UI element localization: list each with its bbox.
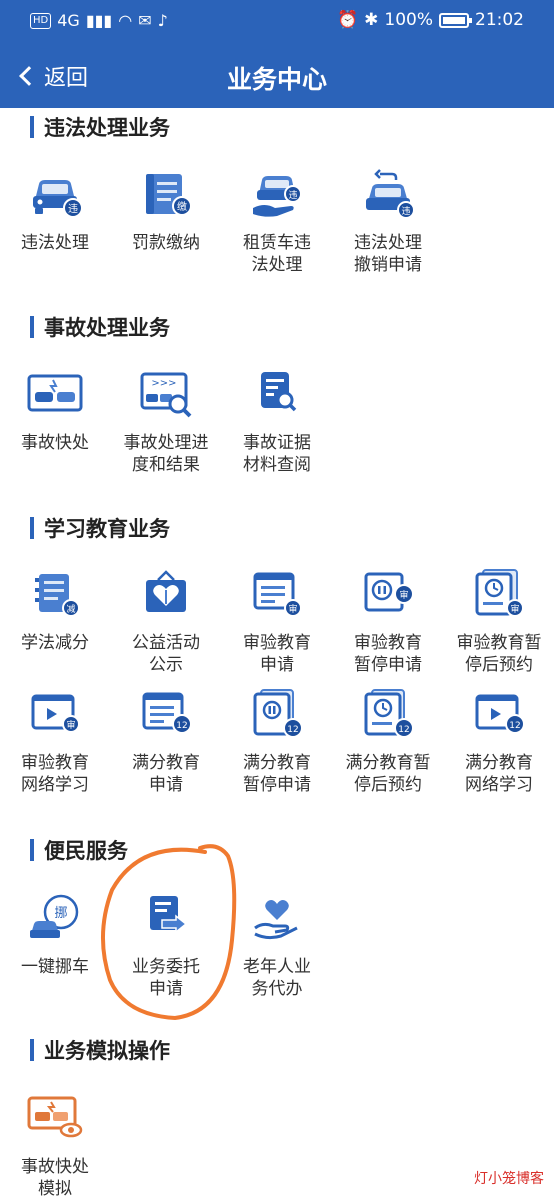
svg-text:12: 12 <box>176 721 187 731</box>
item-review-pause[interactable]: 审 审验教育 暂停申请 <box>333 566 443 676</box>
svg-text:审: 审 <box>66 719 75 731</box>
accident-progress-icon: >>> <box>140 372 192 418</box>
item-review-online[interactable]: 审 审验教育 网络学习 <box>0 686 110 796</box>
item-review-appointment[interactable]: 审 审验教育暂 停后预约 <box>444 566 554 676</box>
svg-text:审: 审 <box>510 603 519 615</box>
item-accident-progress[interactable]: >>> 事故处理进 度和结果 <box>111 366 221 476</box>
item-full-score[interactable]: 12 满分教育 申请 <box>111 686 221 796</box>
item-study-reduce[interactable]: 减 学法减分 <box>0 566 110 654</box>
full-score-online-icon: 12 <box>475 694 525 734</box>
battery-percent: 100% <box>384 10 433 30</box>
item-elderly-service[interactable]: 老年人业 务代办 <box>222 890 332 1000</box>
item-charity-notice[interactable]: 公益活动 公示 <box>111 566 221 676</box>
svg-text:>>>: >>> <box>151 378 176 389</box>
status-bar: HD 4G ▮▮▮ ◠ ✉ ♪ ⏰ ✱ 100% 21:02 <box>0 0 554 42</box>
svg-text:违: 违 <box>288 190 297 201</box>
item-accident-simulation[interactable]: 事故快处 模拟 <box>0 1090 110 1200</box>
item-rental-violation[interactable]: 违 租赁车违 法处理 <box>222 166 332 276</box>
section-title-simulation: 业务模拟操作 <box>30 1035 170 1065</box>
item-violation-revoke[interactable]: 违 违法处理 撤销申请 <box>333 166 443 276</box>
item-accident-quick[interactable]: 事故快处 <box>0 366 110 454</box>
hd-badge: HD <box>30 13 52 29</box>
battery-icon <box>439 12 472 28</box>
item-delegation[interactable]: 业务委托 申请 <box>111 890 221 1000</box>
accident-simulation-icon <box>27 1096 83 1138</box>
charity-notice-icon <box>146 570 186 612</box>
item-full-score-appointment[interactable]: 12 满分教育暂 停后预约 <box>333 686 443 796</box>
svg-text:违: 违 <box>401 206 410 217</box>
full-score-icon: 12 <box>142 692 192 734</box>
svg-text:挪: 挪 <box>54 906 67 921</box>
wifi-icon: ◠ <box>118 11 133 30</box>
item-violation-handle[interactable]: 违 违法处理 <box>0 166 110 254</box>
section-title-violation: 违法处理业务 <box>30 112 170 142</box>
svg-text:12: 12 <box>398 725 409 735</box>
fine-payment-icon: 缴 <box>146 174 192 216</box>
accident-quick-icon <box>27 374 83 412</box>
delegation-icon <box>150 896 188 934</box>
navbar: 返回 业务中心 <box>0 48 554 106</box>
review-appointment-icon: 审 <box>475 569 524 617</box>
item-full-score-online[interactable]: 12 满分教育 网络学习 <box>444 686 554 796</box>
review-pause-icon: 审 <box>364 572 414 612</box>
study-reduce-icon: 减 <box>35 574 80 617</box>
svg-text:审: 审 <box>399 589 408 601</box>
full-score-appointment-icon: 12 <box>364 689 414 738</box>
item-full-score-pause[interactable]: 12 满分教育 暂停申请 <box>222 686 332 796</box>
section-title-convenience: 便民服务 <box>30 835 128 865</box>
svg-text:12: 12 <box>509 721 520 731</box>
signal-icon: ▮▮▮ <box>85 11 113 30</box>
alarm-icon: ⏰ <box>336 10 359 30</box>
svg-text:审: 审 <box>288 603 297 615</box>
svg-text:违: 违 <box>68 203 78 215</box>
section-title-accident: 事故处理业务 <box>30 312 170 342</box>
network-indicator: 4G <box>57 11 80 30</box>
bell-icon: ♪ <box>157 11 168 30</box>
svg-text:12: 12 <box>287 725 298 735</box>
app-header: HD 4G ▮▮▮ ◠ ✉ ♪ ⏰ ✱ 100% 21:02 返回 业务中心 <box>0 0 554 108</box>
item-move-car[interactable]: 挪 一键挪车 <box>0 890 110 978</box>
car-violation-icon: 违 <box>33 180 83 218</box>
rental-car-violation-icon: 违 <box>253 176 302 217</box>
full-score-pause-icon: 12 <box>253 689 303 738</box>
item-fine-payment[interactable]: 缴 罚款缴纳 <box>111 166 221 254</box>
clock: 21:02 <box>475 10 524 30</box>
review-education-icon: 审 <box>253 572 302 617</box>
review-online-icon: 审 <box>31 694 80 733</box>
violation-revoke-icon: 违 <box>366 169 415 219</box>
bluetooth-icon: ✱ <box>364 10 379 30</box>
move-car-icon: 挪 <box>30 894 79 938</box>
elderly-service-icon <box>254 900 298 940</box>
item-evidence-lookup[interactable]: 事故证据 材料查阅 <box>222 366 332 476</box>
svg-text:减: 减 <box>66 603 75 615</box>
watermark: 灯小笼博客 <box>474 1171 544 1187</box>
notification-icon: ✉ <box>138 11 152 30</box>
page-title: 业务中心 <box>226 65 327 94</box>
evidence-lookup-icon <box>261 372 297 412</box>
item-review-education[interactable]: 审 审验教育 申请 <box>222 566 332 676</box>
svg-text:缴: 缴 <box>177 200 187 213</box>
section-title-education: 学习教育业务 <box>30 513 170 543</box>
